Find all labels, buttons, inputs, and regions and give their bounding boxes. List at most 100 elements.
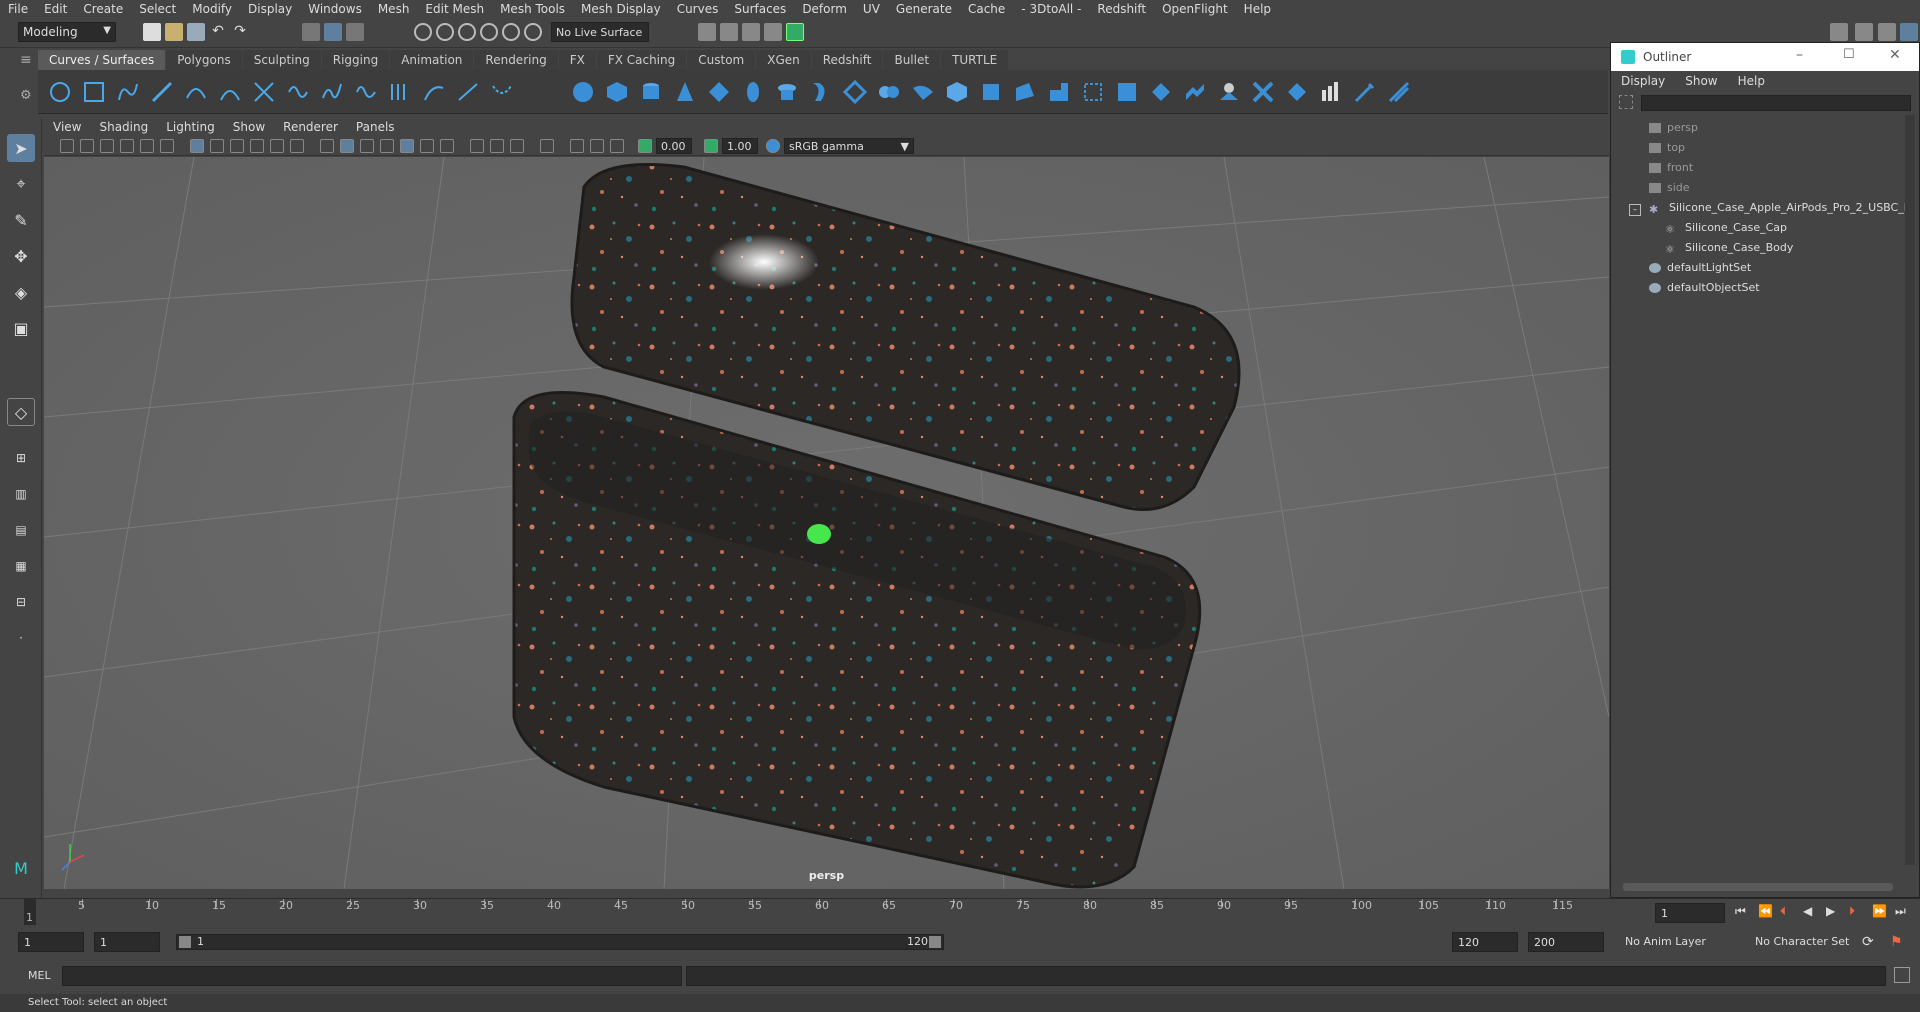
intersect-surfaces-icon[interactable] <box>1081 80 1105 104</box>
shelf-tab-rendering[interactable]: Rendering <box>474 50 558 70</box>
snap-vertex-icon[interactable] <box>524 23 542 41</box>
add-points-icon[interactable] <box>490 80 514 104</box>
shelf-tab-bullet[interactable]: Bullet <box>883 50 941 70</box>
shelf-tab-turtle[interactable]: TURTLE <box>941 50 1009 70</box>
new-scene-icon[interactable] <box>143 23 161 41</box>
playback-start-field[interactable]: 1 <box>94 932 160 952</box>
menu-help[interactable]: Help <box>1236 2 1279 16</box>
open-close-surfaces-icon[interactable] <box>1285 80 1309 104</box>
perspective-viewport[interactable]: persp <box>44 157 1609 889</box>
attribute-editor-icon[interactable] <box>1900 23 1918 41</box>
outliner-item-top[interactable]: top <box>1611 141 1911 161</box>
toolbox-more-icon[interactable]: · <box>7 624 35 652</box>
menu-generate[interactable]: Generate <box>888 2 960 16</box>
image-plane-icon[interactable] <box>120 139 134 153</box>
view-transform-dropdown[interactable]: sRGB gamma ▼ <box>784 138 914 154</box>
offset-curve-icon[interactable] <box>388 80 412 104</box>
wireframe-icon[interactable] <box>320 139 334 153</box>
outliner-item-silicone-case-body[interactable]: ⚛ Silicone_Case_Body <box>1611 241 1911 261</box>
select-hierarchy-icon[interactable] <box>302 23 320 41</box>
render-settings-icon[interactable] <box>698 23 716 41</box>
outliner-item-persp[interactable]: persp <box>1611 121 1911 141</box>
2d-pan-zoom-icon[interactable] <box>140 139 154 153</box>
command-input[interactable] <box>62 966 682 986</box>
use-all-lights-icon[interactable] <box>420 139 434 153</box>
birail-icon[interactable] <box>911 80 935 104</box>
menu-windows[interactable]: Windows <box>300 2 370 16</box>
lasso-tool-icon[interactable]: ⌖ <box>7 170 35 198</box>
nurbs-torus-icon[interactable] <box>741 80 765 104</box>
menu-edit-mesh[interactable]: Edit Mesh <box>417 2 492 16</box>
current-frame-field[interactable]: 1 <box>1655 903 1725 923</box>
snap-grid-icon[interactable] <box>414 23 432 41</box>
planar-icon[interactable] <box>843 80 867 104</box>
shelf-settings-icon[interactable]: ⚙ <box>20 88 32 103</box>
boundary-icon[interactable] <box>979 80 1003 104</box>
menu-surfaces[interactable]: Surfaces <box>726 2 794 16</box>
menu-edit[interactable]: Edit <box>36 2 75 16</box>
default-material-icon[interactable] <box>360 139 374 153</box>
extend-curve-icon[interactable] <box>422 80 446 104</box>
close-icon[interactable]: ✕ <box>1889 47 1901 63</box>
smooth-shade-icon[interactable] <box>340 139 354 153</box>
step-back-key-icon[interactable]: ⏴ <box>1780 904 1786 919</box>
nurbs-cylinder-icon[interactable] <box>639 80 663 104</box>
menu-modify[interactable]: Modify <box>184 2 240 16</box>
attach-curves-icon[interactable] <box>286 80 310 104</box>
four-view-layout-icon[interactable]: ▥ <box>7 480 35 508</box>
align-surfaces-icon[interactable] <box>1251 80 1275 104</box>
menu-redshift[interactable]: Redshift <box>1089 2 1154 16</box>
shelf-tab-fx-caching[interactable]: FX Caching <box>596 50 687 70</box>
save-scene-icon[interactable] <box>187 23 205 41</box>
maximize-icon[interactable]: ☐ <box>1843 47 1855 62</box>
menu-3dtoall[interactable]: - 3DtoAll - <box>1013 2 1089 16</box>
shelf-tab-xgen[interactable]: XGen <box>756 50 811 70</box>
gamma-field[interactable]: 1.00 <box>722 138 758 154</box>
grid-toggle-icon[interactable] <box>190 139 204 153</box>
motion-blur-icon[interactable] <box>490 139 504 153</box>
outliner-item-defaultobjectset[interactable]: defaultObjectSet <box>1611 281 1911 301</box>
animation-start-field[interactable]: 1 <box>18 932 84 952</box>
script-editor-icon[interactable] <box>1894 967 1910 983</box>
collapse-icon[interactable]: – <box>1629 204 1641 216</box>
play-forwards-icon[interactable]: ▶ <box>1826 904 1835 918</box>
viewport-menu-panels[interactable]: Panels <box>347 120 404 134</box>
range-end-handle[interactable] <box>929 936 941 948</box>
rebuild-curve-icon[interactable] <box>354 80 378 104</box>
time-slider[interactable]: 1 5 10 15 20 25 30 35 40 45 50 55 60 65 70 75 80 85 90 95 1… <box>0 898 1920 926</box>
field-chart-icon[interactable] <box>270 139 284 153</box>
attach-surfaces-icon[interactable] <box>1183 80 1207 104</box>
snap-point-icon[interactable] <box>458 23 476 41</box>
shelf-menu-icon[interactable]: ≡ <box>20 52 32 68</box>
pencil-curve-icon[interactable] <box>150 80 174 104</box>
step-forward-frame-icon[interactable]: ⏩ <box>1872 904 1887 918</box>
gamma-icon[interactable] <box>704 139 718 153</box>
project-curve-icon[interactable] <box>1047 80 1071 104</box>
shelf-tab-animation[interactable]: Animation <box>390 50 474 70</box>
show-manipulator-icon[interactable]: ◇ <box>7 398 35 426</box>
redo-icon[interactable]: ↷ <box>231 23 249 41</box>
live-surface-field[interactable]: No Live Surface <box>551 22 649 42</box>
snap-curve-icon[interactable] <box>436 23 454 41</box>
filter-icon[interactable] <box>1619 95 1633 109</box>
outliner-h-scrollbar[interactable] <box>1623 883 1893 891</box>
ipr-render-icon[interactable] <box>742 23 760 41</box>
render-frame-icon[interactable] <box>720 23 738 41</box>
minimize-icon[interactable]: – <box>1796 47 1803 63</box>
safe-action-icon[interactable] <box>290 139 304 153</box>
outliner-item-silicone-case-cap[interactable]: ⚛ Silicone_Case_Cap <box>1611 221 1911 241</box>
viewport-menu-lighting[interactable]: Lighting <box>157 120 224 134</box>
exposure-field[interactable]: 0.00 <box>656 138 692 154</box>
select-component-icon[interactable] <box>346 23 364 41</box>
step-forward-key-icon[interactable]: ⏵ <box>1849 904 1855 919</box>
single-perspective-layout-icon[interactable]: ⊞ <box>7 444 35 472</box>
curve-intersect-icon[interactable] <box>252 80 276 104</box>
snap-surface-icon[interactable] <box>502 23 520 41</box>
shelf-tab-redshift[interactable]: Redshift <box>811 50 883 70</box>
xray-joints-icon[interactable] <box>590 139 604 153</box>
play-backwards-icon[interactable]: ◀ <box>1803 904 1812 918</box>
menu-deform[interactable]: Deform <box>794 2 855 16</box>
viewport-menu-renderer[interactable]: Renderer <box>274 120 347 134</box>
color-management-icon[interactable] <box>766 139 780 153</box>
outliner-item-side[interactable]: side <box>1611 181 1911 201</box>
